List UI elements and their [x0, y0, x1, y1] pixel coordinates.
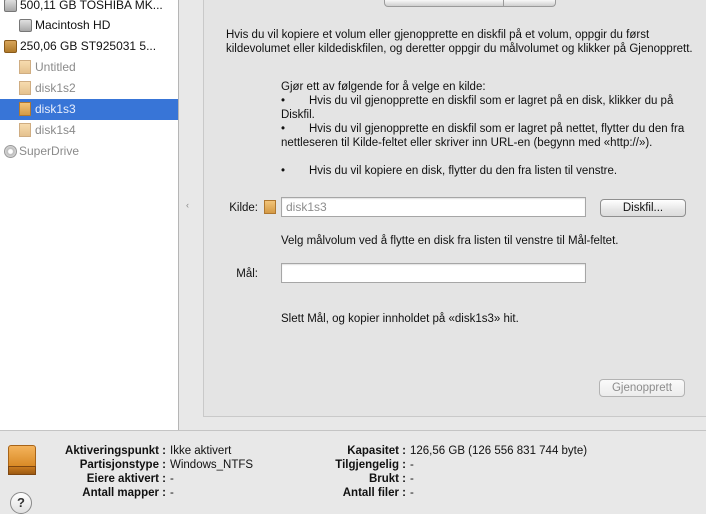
info-key: Aktiveringspunkt :: [65, 445, 166, 457]
sidebar-item-label: Untitled: [35, 60, 76, 74]
info-key: Tilgjengelig :: [335, 459, 406, 471]
bullet-dot: •: [281, 165, 286, 177]
source-field[interactable]: [281, 197, 586, 217]
instruction-text: Hvis du vil kopiere en disk, flytter du …: [309, 165, 618, 177]
source-partition-icon: [264, 200, 276, 214]
instruction-text: Hvis du vil gjenopprette en diskfil som …: [281, 123, 685, 149]
sidebar-item-disk1s2[interactable]: disk1s2: [0, 78, 178, 99]
info-value: -: [170, 473, 174, 485]
info-value: -: [170, 487, 174, 499]
info-key: Brukt :: [368, 473, 406, 485]
volume-icon: [19, 19, 32, 32]
intro-text: Hvis du vil kopiere et volum eller gjeno…: [226, 29, 693, 55]
instruction-text: Hvis du vil gjenopprette en diskfil som …: [281, 95, 674, 121]
bullet-dot: •: [281, 95, 286, 107]
sidebar-item-superdrive[interactable]: SuperDrive: [0, 141, 178, 162]
sidebar-item-label: Macintosh HD: [35, 18, 111, 32]
erase-note: Slett Mål, og kopier innholdet på «disk1…: [281, 313, 519, 325]
info-key: Partisjonstype :: [79, 459, 166, 471]
destination-label: Mål:: [236, 268, 258, 280]
help-button[interactable]: ?: [10, 492, 32, 514]
partition-icon: [19, 102, 31, 116]
sidebar-item-label: disk1s3: [35, 102, 76, 116]
info-value: -: [410, 487, 414, 499]
info-key: Antall mapper :: [82, 487, 166, 499]
sidebar-item-label: disk1s2: [35, 81, 76, 95]
info-key: Antall filer :: [342, 487, 406, 499]
tab-bar-fragment[interactable]: [384, 0, 556, 7]
disk-list-sidebar: 500,11 GB TOSHIBA MK... Macintosh HD 250…: [0, 0, 179, 430]
info-value: Ikke aktivert: [170, 445, 232, 457]
sidebar-item-label: disk1s4: [35, 123, 76, 137]
external-disk-icon: [4, 40, 17, 53]
partition-icon: [19, 81, 31, 95]
destination-field[interactable]: [281, 263, 586, 283]
info-key: Kapasitet :: [347, 445, 406, 457]
instruction-bullet: • Hvis du vil gjenopprette en diskfil so…: [281, 122, 691, 150]
sidebar-item-disk1s3[interactable]: disk1s3: [0, 99, 178, 120]
bullet-dot: •: [281, 123, 286, 135]
info-key: Eiere aktivert :: [86, 473, 166, 485]
info-value: -: [410, 473, 414, 485]
instructions-heading: Gjør ett av følgende for å velge en kild…: [281, 81, 486, 93]
partition-icon: [19, 123, 31, 137]
restore-button[interactable]: Gjenopprett: [599, 379, 685, 397]
sidebar-item-disk1s4[interactable]: disk1s4: [0, 120, 178, 141]
info-value: Windows_NTFS: [170, 459, 254, 471]
destination-hint: Velg målvolum ved å flytte en disk fra l…: [281, 235, 619, 247]
sidebar-item-label: 250,06 GB ST925031 5...: [20, 39, 157, 53]
source-label: Kilde:: [229, 202, 258, 214]
optical-drive-icon: [4, 145, 17, 158]
hard-disk-icon: [4, 0, 17, 12]
info-value: -: [410, 459, 414, 471]
partition-icon: [19, 60, 31, 74]
restore-panel: Hvis du vil kopiere et volum eller gjeno…: [203, 0, 706, 417]
sidebar-item-label: SuperDrive: [19, 144, 80, 158]
sidebar-item-toshiba-disk[interactable]: 500,11 GB TOSHIBA MK...: [0, 0, 178, 16]
sidebar-item-st925031-disk[interactable]: 250,06 GB ST925031 5...: [0, 36, 178, 57]
disk-info-bar: ? Aktiveringspunkt : Ikke aktivert Parti…: [0, 430, 706, 514]
diskfile-button[interactable]: Diskfil...: [600, 199, 686, 217]
instruction-bullet: • Hvis du vil gjenopprette en diskfil so…: [281, 94, 691, 122]
info-value: 126,56 GB (126 556 831 744 byte): [410, 445, 588, 457]
sidebar-item-untitled[interactable]: Untitled: [0, 57, 178, 78]
instruction-bullet: • Hvis du vil kopiere en disk, flytter d…: [281, 164, 691, 178]
selected-disk-icon: [8, 445, 36, 475]
sidebar-item-macintosh-hd[interactable]: Macintosh HD: [0, 15, 178, 36]
sidebar-item-label: 500,11 GB TOSHIBA MK...: [20, 0, 163, 12]
split-view-resize-handle[interactable]: ‹: [186, 201, 192, 210]
